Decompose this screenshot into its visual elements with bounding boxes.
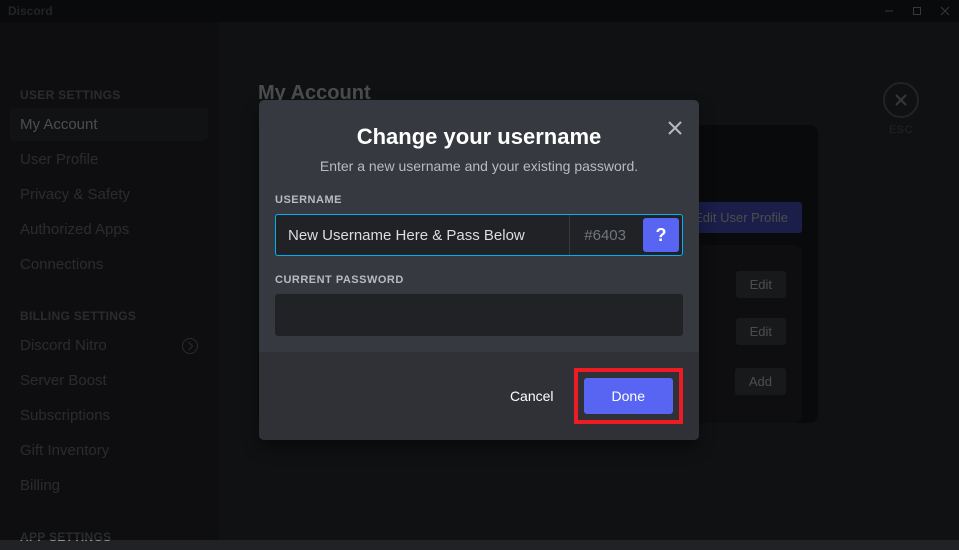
change-username-modal: Change your username Enter a new usernam… — [259, 100, 699, 440]
modal-footer: Cancel Done — [259, 352, 699, 440]
discriminator: #6403 — [569, 215, 640, 255]
username-input[interactable] — [276, 215, 569, 255]
done-highlight: Done — [574, 368, 683, 424]
username-field-label: USERNAME — [275, 194, 683, 206]
modal-header: Change your username Enter a new usernam… — [259, 100, 699, 186]
close-icon — [665, 118, 685, 138]
username-input-group: #6403 ? — [275, 214, 683, 256]
password-field-label: CURRENT PASSWORD — [275, 274, 683, 286]
modal-close-button[interactable] — [665, 118, 685, 143]
cancel-button[interactable]: Cancel — [510, 388, 554, 404]
modal-body: USERNAME #6403 ? CURRENT PASSWORD — [259, 186, 699, 352]
modal-title: Change your username — [275, 124, 683, 150]
done-button[interactable]: Done — [584, 378, 673, 414]
username-help-button[interactable]: ? — [643, 218, 679, 252]
modal-subtitle: Enter a new username and your existing p… — [275, 158, 683, 174]
current-password-input[interactable] — [275, 294, 683, 336]
